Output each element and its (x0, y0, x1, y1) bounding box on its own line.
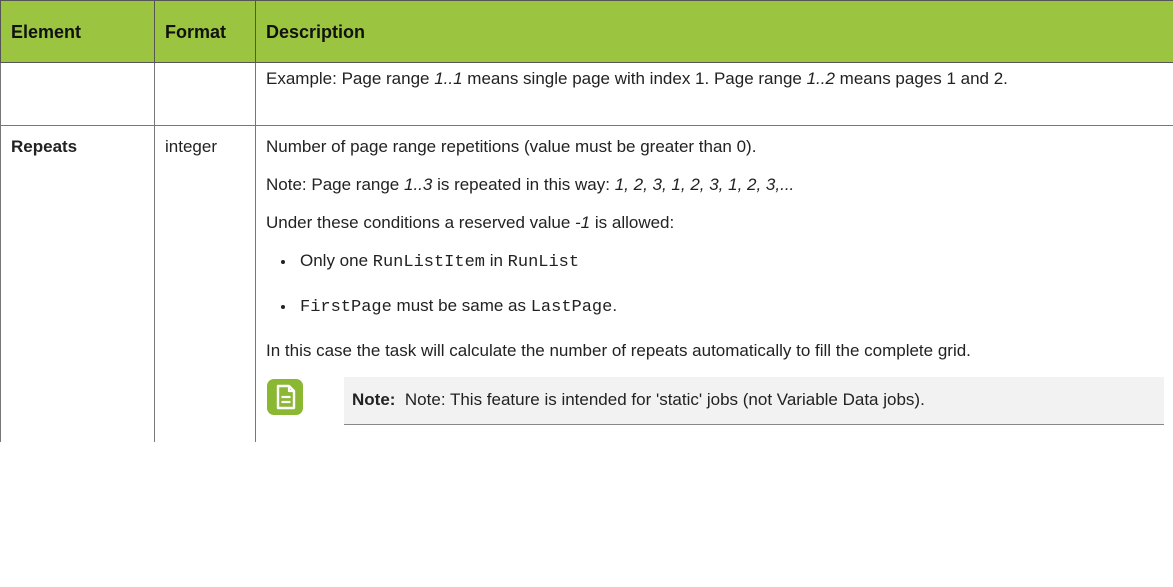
cell-element-repeats: Repeats (0, 125, 155, 442)
parameters-table: Element Format Description Example: Page… (0, 0, 1173, 442)
note-label: Note: (352, 390, 396, 409)
bullet1-text-1: Only one (300, 251, 373, 270)
bullet2-text-1: must be same as (391, 296, 531, 315)
conditions-list: Only one RunListItem in RunList FirstPag… (266, 249, 1164, 320)
note-example-text-1: Note: Page range (266, 175, 404, 194)
table-row-repeats: Repeats integer Number of page range rep… (0, 125, 1173, 442)
cell-description-repeats: Number of page range repetitions (value … (255, 125, 1173, 442)
repeats-note-example: Note: Page range 1..3 is repeated in thi… (266, 173, 1164, 197)
header-format: Format (154, 0, 256, 63)
code-runlist: RunList (507, 253, 580, 272)
example-text-1: Example: Page range (266, 69, 435, 88)
list-item: Only one RunListItem in RunList (296, 249, 1164, 275)
example-text-2: means single page with index 1. Page ran… (462, 69, 807, 88)
bullet2-text-2: . (612, 296, 618, 315)
list-item: FirstPage must be same as LastPage. (296, 294, 1164, 320)
code-firstpage: FirstPage (300, 298, 392, 317)
auto-calc-paragraph: In this case the task will calculate the… (266, 341, 971, 360)
note-example-sequence: 1, 2, 3, 1, 2, 3, 1, 2, 3,... (614, 175, 795, 194)
cell-element (0, 62, 155, 126)
table-header-row: Element Format Description (0, 0, 1173, 63)
reserved-value: -1 (575, 213, 591, 232)
cell-description: Example: Page range 1..1 means single pa… (255, 62, 1173, 126)
note-body: Note: Note: This feature is intended for… (344, 377, 1164, 425)
note-document-icon (267, 379, 303, 415)
reserved-text-2: is allowed: (590, 213, 675, 232)
code-runlistitem: RunListItem (372, 253, 485, 272)
note-example-text-2: is repeated in this way: (432, 175, 615, 194)
example-text-3: means pages 1 and 2. (834, 69, 1008, 88)
bullet1-text-2: in (484, 251, 508, 270)
note-box: Note: Note: This feature is intended for… (266, 377, 1164, 425)
reserved-text-1: Under these conditions a reserved value (266, 213, 576, 232)
note-icon-container (266, 377, 334, 416)
example-range-2: 1..2 (806, 69, 835, 88)
repeats-definition: Number of page range repetitions (value … (266, 137, 757, 156)
note-text: Note: This feature is intended for 'stat… (404, 390, 925, 409)
header-description: Description (255, 0, 1173, 63)
header-element: Element (0, 0, 155, 63)
table-row: Example: Page range 1..1 means single pa… (0, 62, 1173, 126)
reserved-value-intro: Under these conditions a reserved value … (266, 211, 1164, 235)
cell-format-integer: integer (154, 125, 256, 442)
note-example-range: 1..3 (403, 175, 433, 194)
example-range-1: 1..1 (434, 69, 463, 88)
cell-format (154, 62, 256, 126)
code-lastpage: LastPage (530, 298, 613, 317)
